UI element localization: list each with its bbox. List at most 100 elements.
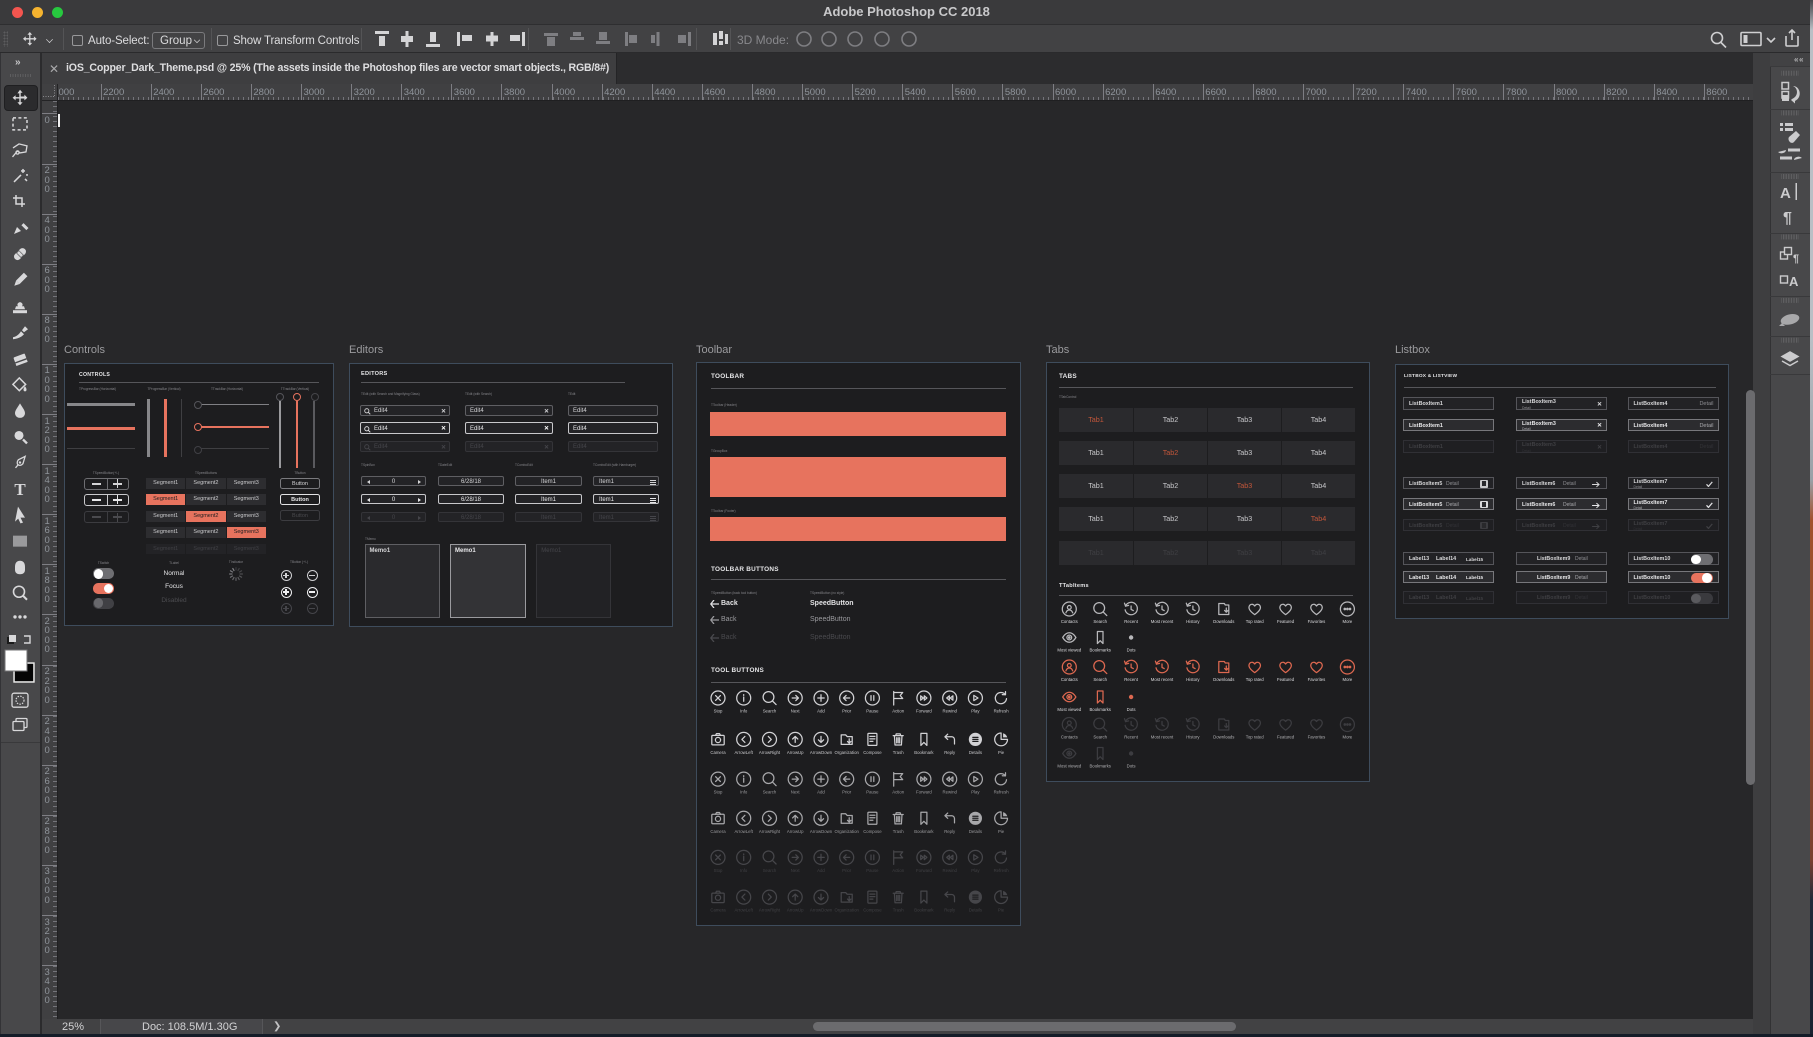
svg-text:Most viewed: Most viewed: [1057, 764, 1081, 769]
svg-text:ArrowUp: ArrowUp: [787, 750, 804, 755]
svg-text:Details: Details: [969, 750, 982, 755]
svg-text:Prior: Prior: [842, 709, 852, 714]
svg-text:Most viewed: Most viewed: [1057, 707, 1081, 712]
svg-text:3D Mode:: 3D Mode:: [737, 33, 789, 47]
svg-text:Downloads: Downloads: [1213, 677, 1234, 682]
svg-text:Compose: Compose: [863, 908, 882, 913]
svg-text:ArrowLeft: ArrowLeft: [735, 829, 754, 834]
svg-text:Forward: Forward: [916, 790, 932, 795]
svg-text:¶: ¶: [1793, 253, 1799, 265]
svg-text:ArrowLeft: ArrowLeft: [735, 908, 754, 913]
svg-text:Add: Add: [817, 790, 825, 795]
svg-text:Stop: Stop: [714, 868, 723, 873]
svg-text:Contacts: Contacts: [1061, 735, 1078, 740]
svg-text:Pie: Pie: [998, 750, 1005, 755]
svg-text:Add: Add: [817, 709, 825, 714]
svg-text:Featured: Featured: [1277, 677, 1295, 682]
svg-text:Recent: Recent: [1124, 735, 1138, 740]
svg-text:Rewind: Rewind: [943, 709, 958, 714]
svg-text:Camera: Camera: [710, 750, 726, 755]
svg-text:Search: Search: [763, 790, 777, 795]
svg-text:Add: Add: [817, 868, 825, 873]
svg-text:Recent: Recent: [1124, 619, 1138, 624]
svg-text:History: History: [1186, 619, 1200, 624]
svg-text:ArrowUp: ArrowUp: [787, 829, 804, 834]
svg-text:Prior: Prior: [842, 868, 852, 873]
svg-text:Bookmarks: Bookmarks: [1089, 764, 1111, 769]
svg-text:Next: Next: [791, 868, 801, 873]
svg-text:Compose: Compose: [863, 829, 882, 834]
svg-text:ArrowDown: ArrowDown: [810, 908, 833, 913]
svg-text:History: History: [1186, 677, 1200, 682]
svg-text:Bookmark: Bookmark: [914, 750, 934, 755]
svg-text:Details: Details: [969, 908, 982, 913]
svg-text:Reply: Reply: [944, 829, 956, 834]
svg-text:Trash: Trash: [893, 750, 904, 755]
svg-text:Most viewed: Most viewed: [1057, 648, 1081, 653]
svg-text:A: A: [1780, 185, 1791, 202]
svg-text:Refresh: Refresh: [994, 868, 1010, 873]
svg-text:More: More: [1343, 619, 1353, 624]
svg-text:Favorites: Favorites: [1308, 619, 1326, 624]
svg-text:Search: Search: [763, 709, 777, 714]
svg-text:Camera: Camera: [710, 829, 726, 834]
svg-text:Featured: Featured: [1277, 735, 1295, 740]
svg-text:Pie: Pie: [998, 908, 1005, 913]
svg-text:Downloads: Downloads: [1213, 735, 1234, 740]
svg-text:Details: Details: [969, 829, 982, 834]
svg-text:Refresh: Refresh: [994, 790, 1010, 795]
svg-text:Trash: Trash: [893, 829, 904, 834]
svg-text:Play: Play: [971, 868, 980, 873]
svg-text:Top rated: Top rated: [1246, 619, 1265, 624]
svg-text:More: More: [1343, 677, 1353, 682]
svg-text:ArrowRight: ArrowRight: [759, 750, 781, 755]
svg-text:Search: Search: [1093, 677, 1107, 682]
svg-text:Dots: Dots: [1127, 707, 1136, 712]
svg-text:Contacts: Contacts: [1061, 677, 1078, 682]
svg-text:Play: Play: [971, 709, 980, 714]
svg-text:Action: Action: [892, 868, 905, 873]
svg-text:Next: Next: [791, 709, 801, 714]
svg-text:Bookmarks: Bookmarks: [1089, 707, 1111, 712]
svg-text:Favorites: Favorites: [1308, 735, 1326, 740]
svg-text:Info: Info: [740, 790, 748, 795]
svg-text:T: T: [14, 480, 26, 499]
svg-text:Pause: Pause: [866, 868, 879, 873]
svg-text:Pause: Pause: [866, 709, 879, 714]
svg-text:Action: Action: [892, 790, 905, 795]
svg-text:Next: Next: [791, 790, 801, 795]
svg-text:Featured: Featured: [1277, 619, 1295, 624]
svg-text:Forward: Forward: [916, 709, 932, 714]
svg-text:Rewind: Rewind: [943, 868, 958, 873]
svg-text:Pie: Pie: [998, 829, 1005, 834]
svg-text:Favorites: Favorites: [1308, 677, 1326, 682]
svg-text:Reply: Reply: [944, 908, 956, 913]
svg-text:Prior: Prior: [842, 790, 852, 795]
svg-text:Organization: Organization: [835, 908, 860, 913]
svg-text:Rewind: Rewind: [943, 790, 958, 795]
svg-text:Organization: Organization: [835, 750, 860, 755]
svg-text:Trash: Trash: [893, 908, 904, 913]
svg-text:Info: Info: [740, 709, 748, 714]
svg-text:Stop: Stop: [714, 790, 723, 795]
svg-text:Search: Search: [763, 868, 777, 873]
svg-text:ArrowUp: ArrowUp: [787, 908, 804, 913]
svg-text:Reply: Reply: [944, 750, 956, 755]
svg-text:Search: Search: [1093, 735, 1107, 740]
svg-text:ArrowDown: ArrowDown: [810, 750, 833, 755]
svg-text:Action: Action: [892, 709, 905, 714]
svg-text:Organization: Organization: [835, 829, 860, 834]
svg-text:¶: ¶: [1783, 210, 1792, 227]
svg-text:More: More: [1343, 735, 1353, 740]
svg-text:ArrowLeft: ArrowLeft: [735, 750, 754, 755]
svg-text:Refresh: Refresh: [994, 709, 1010, 714]
svg-text:ArrowRight: ArrowRight: [759, 829, 781, 834]
svg-text:Recent: Recent: [1124, 677, 1138, 682]
svg-text:Dots: Dots: [1127, 648, 1136, 653]
svg-text:ArrowRight: ArrowRight: [759, 908, 781, 913]
svg-text:Info: Info: [740, 868, 748, 873]
svg-text:Compose: Compose: [863, 750, 882, 755]
svg-text:Camera: Camera: [710, 908, 726, 913]
svg-text:Bookmark: Bookmark: [914, 908, 934, 913]
svg-text:Pause: Pause: [866, 790, 879, 795]
